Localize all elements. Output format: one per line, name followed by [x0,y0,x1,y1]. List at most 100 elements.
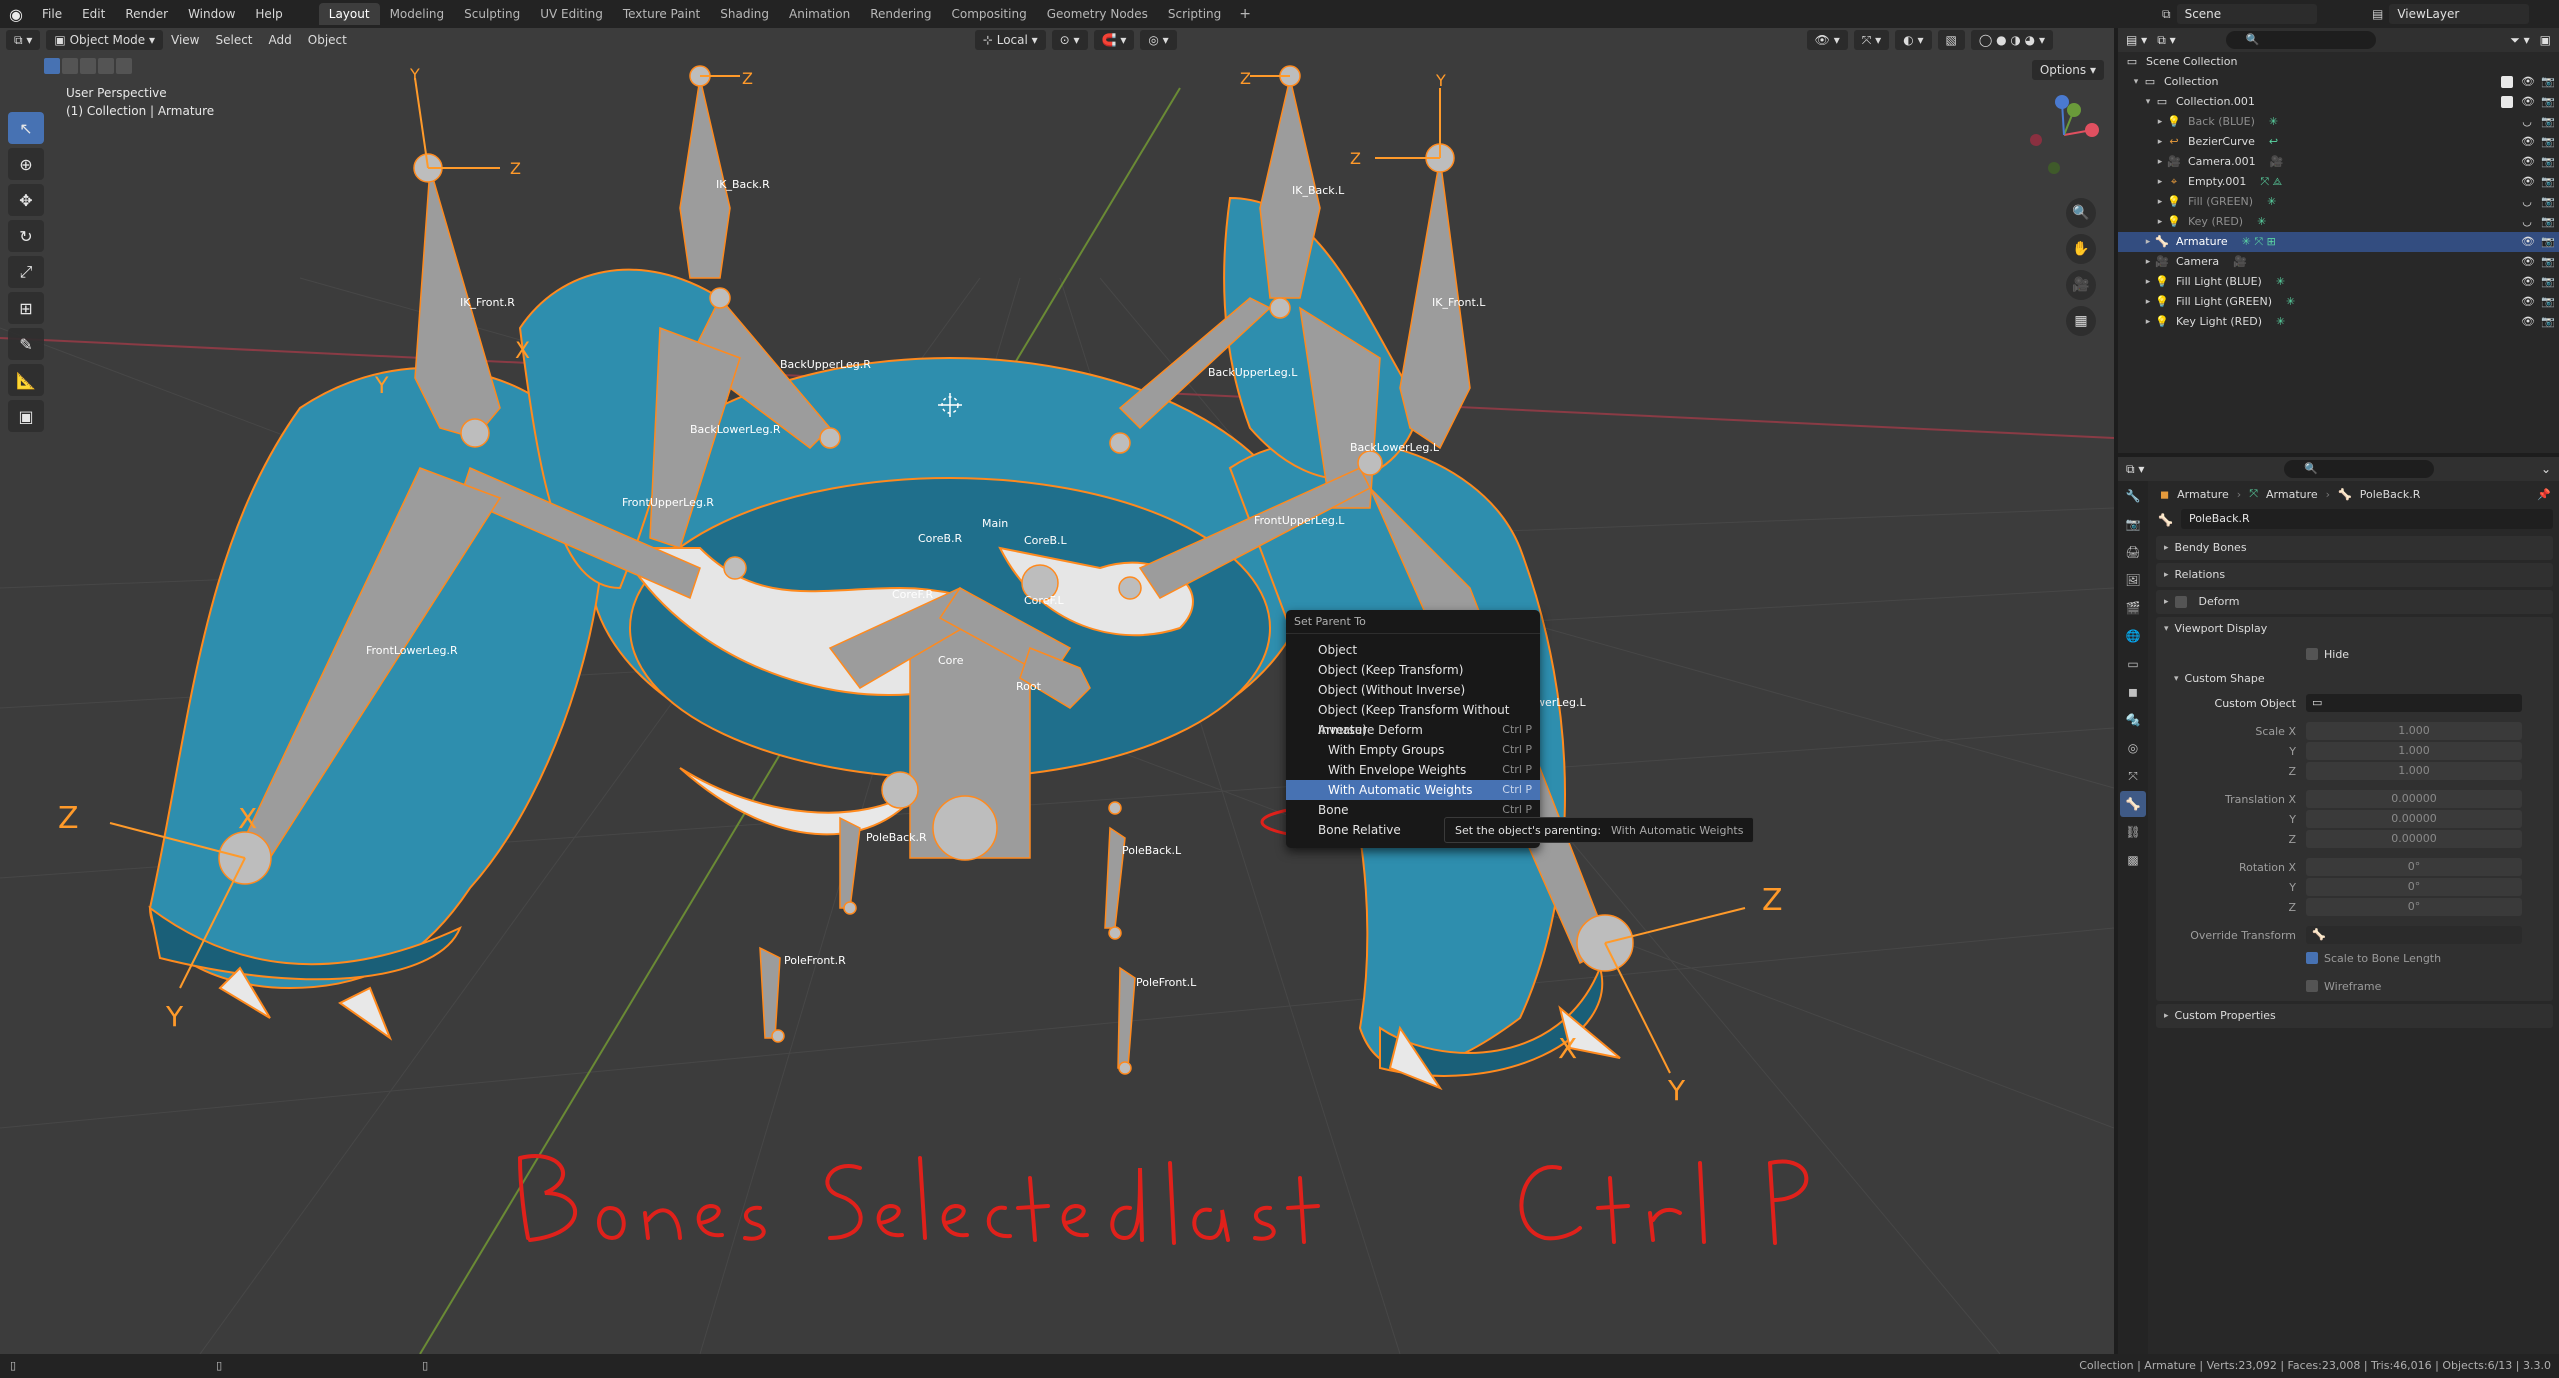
gizmo-toggle-button[interactable]: ⤧ ▾ [1853,30,1890,50]
add-cube-tool-icon[interactable]: ▣ [8,400,44,432]
camera-render-icon[interactable]: 📷 [2541,172,2555,192]
expand-icon[interactable]: ▸ [2142,252,2154,272]
scale-to-bone-length-checkbox[interactable] [2306,952,2318,964]
menu-item-armature-deform[interactable]: Armature Deform Ctrl P [1286,720,1540,740]
camera-render-icon[interactable]: 📷 [2541,152,2555,172]
rotation-x-field[interactable]: 0° [2306,858,2522,876]
tab-layout[interactable]: Layout [318,3,380,25]
eye-icon[interactable]: 👁 [2521,172,2535,192]
expand-icon[interactable]: ▸ [2142,292,2154,312]
properties-editor-icon[interactable]: ⧉ ▾ [2126,462,2144,477]
expand-icon[interactable]: ▸ [2142,232,2154,252]
pin-icon[interactable]: 📌 [2537,488,2551,501]
tab-shading[interactable]: Shading [710,3,779,25]
modifier-tab-icon[interactable]: 🔩 [2120,707,2146,733]
overlay-toggle-button[interactable]: ◐ ▾ [1895,30,1932,50]
tab-geometry-nodes[interactable]: Geometry Nodes [1037,3,1158,25]
custom-properties-section[interactable]: ▸ Custom Properties [2156,1004,2553,1028]
object-tab-icon[interactable]: ◼ [2120,679,2146,705]
menu-help[interactable]: Help [245,0,292,28]
snap-button[interactable]: 🧲 ▾ [1093,30,1135,50]
transform-orientation-dropdown[interactable]: ⊹ Local ▾ [974,30,1046,50]
options-dropdown[interactable]: Options ▾ [2031,60,2104,80]
outliner-row[interactable]: ▸ 💡 Fill Light (BLUE) ✳ 👁 📷 [2118,272,2559,292]
camera-view-icon[interactable]: 🎥 [2066,270,2096,300]
expand-icon[interactable]: ▾ [2130,72,2142,92]
bendy-bones-section[interactable]: ▸ Bendy Bones [2156,536,2553,560]
tab-texture-paint[interactable]: Texture Paint [613,3,710,25]
outliner-row[interactable]: ▸ 💡 Fill (GREEN) ✳ ◡ 📷 [2118,192,2559,212]
transform-tool-icon[interactable]: ⊞ [8,292,44,324]
viewport-scene[interactable]: Z Y Z Y Z Z Z X Y Z X Y Y X IK_Back.R IK… [0,28,2114,1354]
camera-render-icon[interactable]: 📷 [2541,252,2555,272]
rotate-tool-icon[interactable]: ↻ [8,220,44,252]
scene-tab-icon[interactable]: 🎬 [2120,595,2146,621]
eye-icon[interactable]: 👁 [2521,232,2535,252]
custom-object-field[interactable]: ▭ [2306,694,2522,712]
camera-render-icon[interactable]: 📷 [2541,192,2555,212]
tab-modeling[interactable]: Modeling [380,3,455,25]
world-tab-icon[interactable]: 🌐 [2120,623,2146,649]
expand-icon[interactable]: ▸ [2142,312,2154,332]
expand-icon[interactable]: ▸ [2154,212,2166,232]
xray-toggle-button[interactable]: ▧ [1937,30,1965,50]
eye-icon[interactable]: 👁 [2521,92,2535,112]
tab-compositing[interactable]: Compositing [941,3,1036,25]
eye-icon[interactable]: 👁 [2521,72,2535,92]
rotation-y-field[interactable]: 0° [2306,878,2522,896]
hidden-eye-icon[interactable]: ◡ [2521,192,2533,212]
physics-tab-icon[interactable]: ◎ [2120,735,2146,761]
tab-animation[interactable]: Animation [779,3,860,25]
menu-item-object-without-inverse[interactable]: Object (Without Inverse) [1286,680,1540,700]
translation-x-field[interactable]: 0.00000 [2306,790,2522,808]
hidden-eye-icon[interactable]: ◡ [2521,112,2533,132]
grid-ortho-icon[interactable]: ▦ [2066,306,2096,336]
override-transform-field[interactable]: 🦴 [2306,926,2522,944]
viewport-display-section[interactable]: ▾ Viewport Display Hide ▾ Custom Shape Cus… [2156,617,2553,1001]
include-checkbox[interactable] [2501,76,2513,88]
collapse-icon[interactable]: ▸ [2164,590,2169,614]
scale-x-field[interactable]: 1.000 [2306,722,2522,740]
menu-view[interactable]: View [163,33,207,47]
panel-options-icon[interactable]: ⌄ [2541,462,2551,476]
hidden-eye-icon[interactable]: ◡ [2521,212,2533,232]
expand-icon[interactable]: ▸ [2154,172,2166,192]
outliner-row[interactable]: ▸ 💡 Back (BLUE) ✳ ◡ 📷 [2118,112,2559,132]
select-extend-icon[interactable] [62,58,78,74]
menu-item-object-keep-transform[interactable]: Object (Keep Transform) [1286,660,1540,680]
select-subtract-icon[interactable] [80,58,96,74]
bone-tab-icon[interactable]: 🦴 [2120,791,2146,817]
3d-viewport[interactable]: Z Y Z Y Z Z Z X Y Z X Y Y X IK_Back.R IK… [0,28,2114,1354]
annotate-tool-icon[interactable]: ✎ [8,328,44,360]
shading-mode-buttons[interactable]: ◯ ● ◑ ◕ ▾ [1970,30,2053,50]
include-checkbox[interactable] [2501,96,2513,108]
zoom-icon[interactable]: 🔍 [2066,198,2096,228]
tab-rendering[interactable]: Rendering [860,3,941,25]
deform-checkbox[interactable] [2174,596,2187,608]
collection-tab-icon[interactable]: ▭ [2120,651,2146,677]
properties-search-input[interactable]: 🔍 [2284,460,2435,478]
outliner-row[interactable]: ▸ 🎥 Camera.001 🎥 👁 📷 [2118,152,2559,172]
select-invert-icon[interactable] [98,58,114,74]
scene-selector[interactable]: ⧉ Scene [2162,4,2317,24]
visibility-button[interactable]: 👁 ▾ [1806,30,1848,50]
translation-y-field[interactable]: 0.00000 [2306,810,2522,828]
new-collection-icon[interactable]: ▣ [2540,33,2551,47]
pivot-point-button[interactable]: ⊙ ▾ [1051,30,1088,50]
menu-item-object[interactable]: Object [1286,640,1540,660]
collapse-icon[interactable]: ▸ [2164,536,2169,560]
camera-render-icon[interactable]: 📷 [2541,312,2555,332]
editor-type-button[interactable]: ⧉ ▾ [6,30,41,50]
texture-tab-icon[interactable]: ▩ [2120,847,2146,873]
menu-file[interactable]: File [32,0,72,28]
mode-dropdown[interactable]: ▣ Object Mode ▾ [46,30,163,50]
eye-icon[interactable]: 👁 [2521,272,2535,292]
outliner-editor-icon[interactable]: ▤ ▾ [2126,33,2147,47]
relations-section[interactable]: ▸ Relations [2156,563,2553,587]
scale-tool-icon[interactable]: ⤢ [8,256,44,288]
expand-icon[interactable]: ▸ [2154,132,2166,152]
eye-icon[interactable]: 👁 [2521,252,2535,272]
outliner-row-scene-collection[interactable]: ▭ Scene Collection [2118,52,2559,72]
hide-checkbox[interactable] [2306,648,2318,660]
eye-icon[interactable]: 👁 [2521,132,2535,152]
